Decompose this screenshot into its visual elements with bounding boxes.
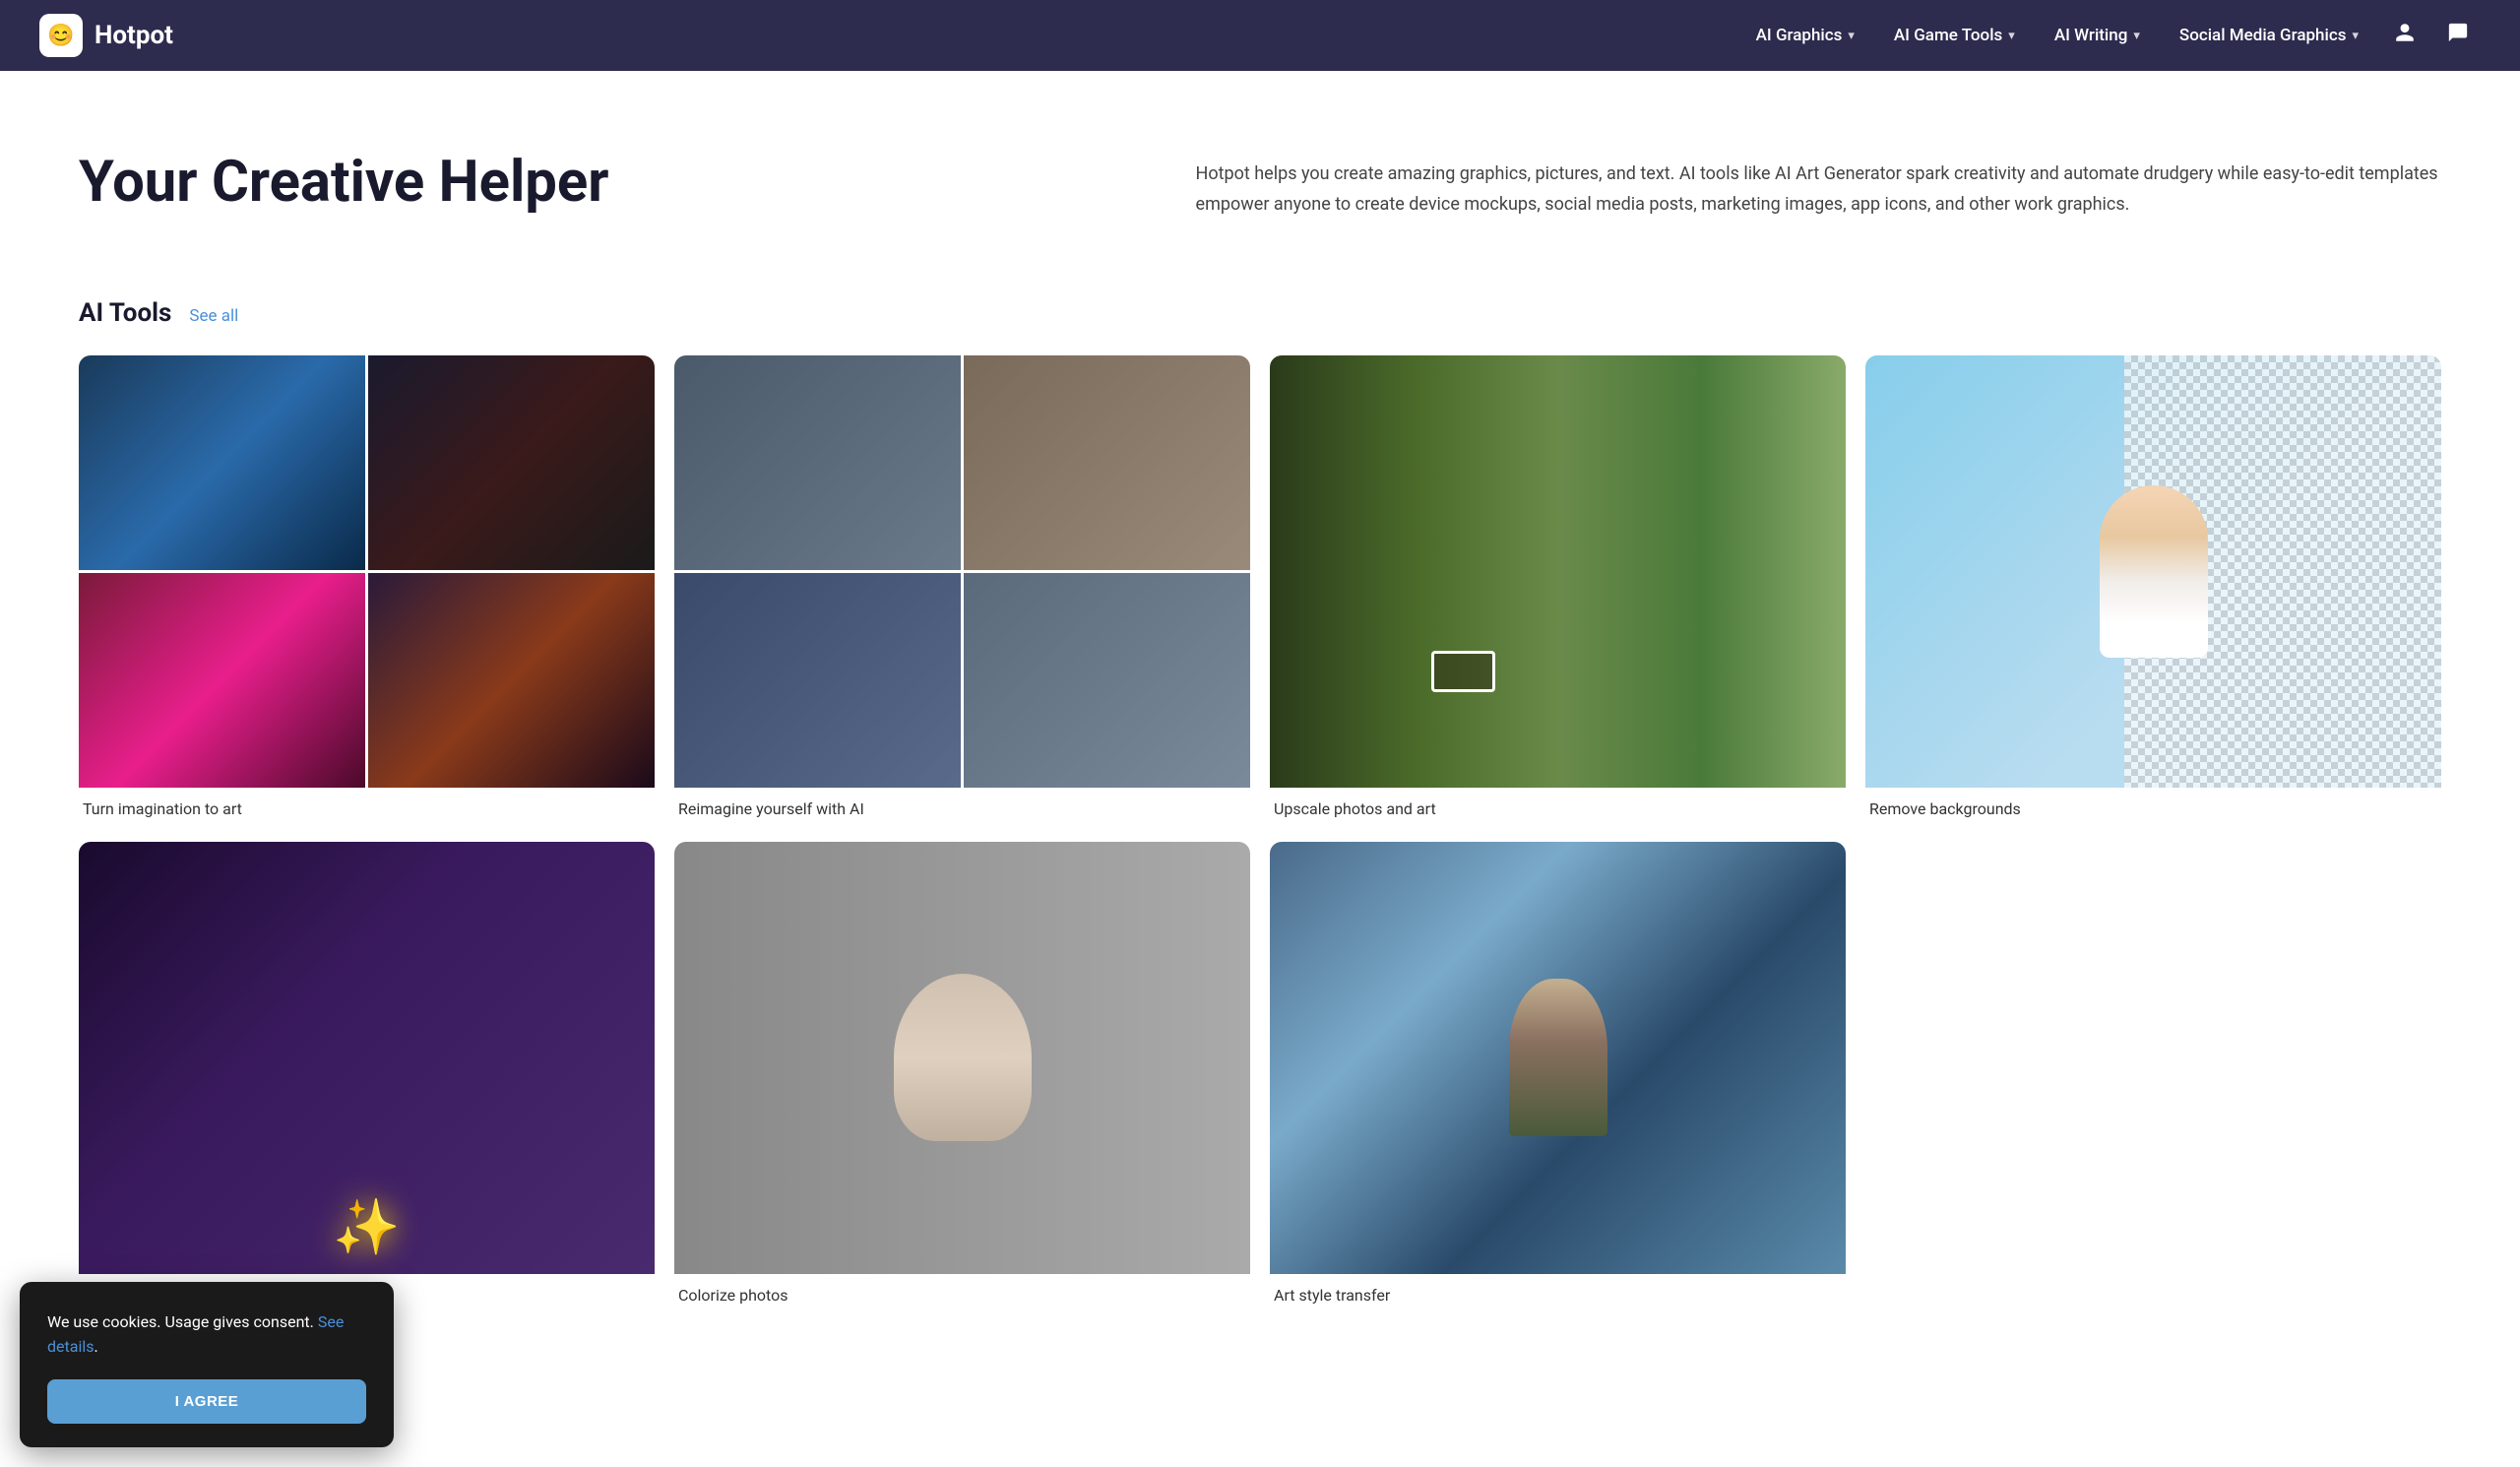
user-icon[interactable] xyxy=(2382,14,2427,57)
nav-ai-game-tools[interactable]: AI Game Tools ▾ xyxy=(1878,18,2031,53)
chat-icon[interactable] xyxy=(2435,14,2481,57)
hero-left: Your Creative Helper xyxy=(79,150,1117,216)
nav-ai-graphics[interactable]: AI Graphics ▾ xyxy=(1740,18,1870,53)
card-label-upscale: Upscale photos and art xyxy=(1270,788,1846,822)
card-reimagine[interactable]: Reimagine yourself with AI xyxy=(674,355,1250,822)
cookie-agree-button[interactable]: I AGREE xyxy=(47,1379,366,1424)
card-image-colorize xyxy=(674,842,1250,1274)
card-image-upscale xyxy=(1270,355,1846,788)
cookie-banner: We use cookies. Usage gives consent. See… xyxy=(20,1282,394,1447)
card-image-ai-art xyxy=(79,355,655,788)
card-label-ai-art: Turn imagination to art xyxy=(79,788,655,822)
hero-right: Hotpot helps you create amazing graphics… xyxy=(1196,150,2441,220)
section-title: AI Tools xyxy=(79,298,171,328)
hero-title: Your Creative Helper xyxy=(79,150,1117,216)
chevron-down-icon: ▾ xyxy=(2352,29,2359,43)
mosaic-cell-3 xyxy=(79,573,365,788)
cards-row-2: ✨ AI Sparkle Colorize photos Art style t… xyxy=(79,842,2441,1308)
card-image-sparkle: ✨ xyxy=(79,842,655,1274)
upscale-overlay-box xyxy=(1431,651,1495,692)
nav-links: AI Graphics ▾ AI Game Tools ▾ AI Writing… xyxy=(1740,14,2481,57)
person-silhouette xyxy=(2100,485,2208,658)
navigation: 😊 Hotpot AI Graphics ▾ AI Game Tools ▾ A… xyxy=(0,0,2520,71)
card-label-art-style: Art style transfer xyxy=(1270,1274,1846,1308)
logo-icon: 😊 xyxy=(39,14,83,57)
ai-tools-section: AI Tools See all Turn imagination to art xyxy=(0,279,2520,1348)
reimagine-cell-1 xyxy=(674,355,961,570)
sparkle-icon: ✨ xyxy=(333,1196,400,1259)
card-image-reimagine xyxy=(674,355,1250,788)
chevron-down-icon: ▾ xyxy=(2008,29,2015,43)
chevron-down-icon: ▾ xyxy=(1848,29,1855,43)
empty-cell xyxy=(1865,842,2441,1308)
nav-social-media-graphics[interactable]: Social Media Graphics ▾ xyxy=(2164,18,2374,53)
mosaic-cell-2 xyxy=(368,355,655,570)
hero-description: Hotpot helps you create amazing graphics… xyxy=(1196,159,2441,220)
reimagine-cell-2 xyxy=(964,355,1250,570)
section-header: AI Tools See all xyxy=(79,298,2441,328)
reimagine-cell-3 xyxy=(674,573,961,788)
mosaic-cell-1 xyxy=(79,355,365,570)
card-art-style[interactable]: Art style transfer xyxy=(1270,842,1846,1308)
card-placeholder[interactable]: ✨ AI Sparkle xyxy=(79,842,655,1308)
see-all-link[interactable]: See all xyxy=(189,306,238,326)
card-upscale[interactable]: Upscale photos and art xyxy=(1270,355,1846,822)
logo-text: Hotpot xyxy=(94,21,173,50)
card-bg-remove[interactable]: Remove backgrounds xyxy=(1865,355,2441,822)
hero-section: Your Creative Helper Hotpot helps you cr… xyxy=(0,71,2520,279)
reimagine-cell-4 xyxy=(964,573,1250,788)
card-label-reimagine: Reimagine yourself with AI xyxy=(674,788,1250,822)
chevron-down-icon: ▾ xyxy=(2133,29,2140,43)
mosaic-cell-4 xyxy=(368,573,655,788)
card-label-bg-remove: Remove backgrounds xyxy=(1865,788,2441,822)
card-ai-art[interactable]: Turn imagination to art xyxy=(79,355,655,822)
cookie-text: We use cookies. Usage gives consent. See… xyxy=(47,1309,366,1360)
card-label-colorize: Colorize photos xyxy=(674,1274,1250,1308)
logo[interactable]: 😊 Hotpot xyxy=(39,14,173,57)
card-image-bg-remove xyxy=(1865,355,2441,788)
mona-figure xyxy=(1509,979,1607,1136)
cards-row-1: Turn imagination to art Reimagine yourse… xyxy=(79,355,2441,822)
card-colorize[interactable]: Colorize photos xyxy=(674,842,1250,1308)
nav-ai-writing[interactable]: AI Writing ▾ xyxy=(2039,18,2156,53)
portrait-figure xyxy=(894,974,1032,1141)
card-image-art-style xyxy=(1270,842,1846,1274)
